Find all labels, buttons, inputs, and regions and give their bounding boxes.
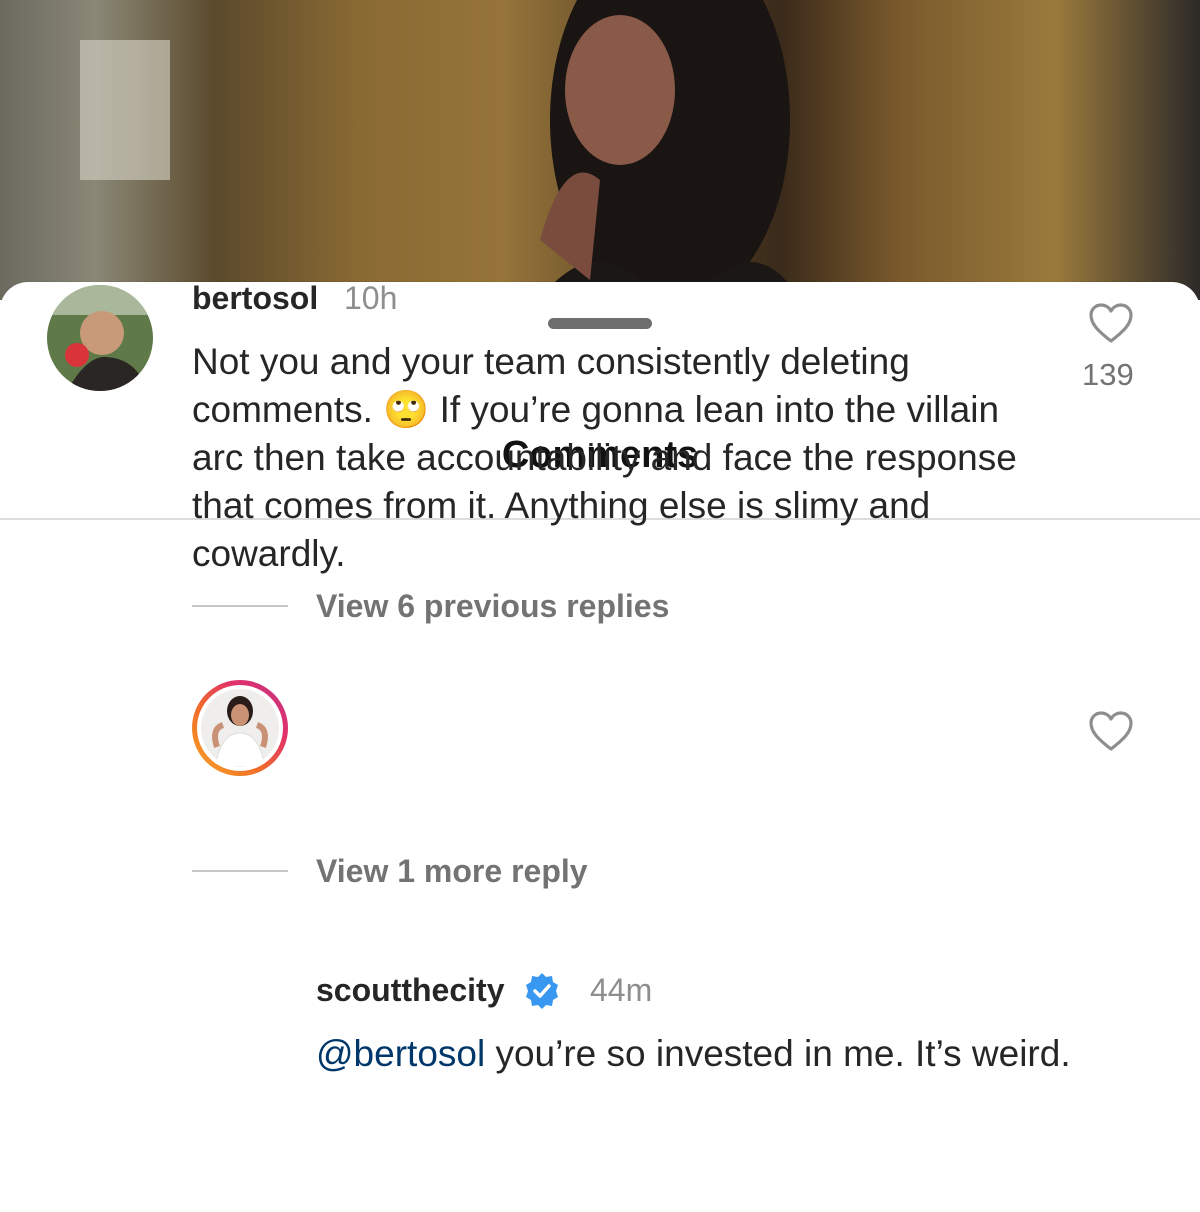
heart-icon[interactable] [1088, 302, 1134, 344]
avatar[interactable] [47, 285, 153, 391]
comment-text: @bertosol you’re so invested in me. It’s… [316, 1030, 1076, 1078]
view-replies-button[interactable]: View 1 more reply [316, 853, 588, 890]
post-photo-figure [537, 0, 800, 300]
replies-line [192, 605, 288, 607]
like-count: 139 [1082, 357, 1134, 392]
comment-username[interactable]: bertosol [192, 280, 318, 317]
comment-text-part: you’re so invested in me. It’s weird. [485, 1033, 1071, 1074]
comment-username[interactable]: scoutthecity [316, 972, 504, 1009]
verified-badge-icon [526, 973, 558, 1009]
rolling-eyes-emoji: 🙄 [383, 389, 430, 430]
comment-text: Not you and your team consistently delet… [192, 338, 1052, 578]
comment-time: 44m [590, 972, 653, 1008]
comment-time: 10h [344, 280, 398, 316]
view-replies-button[interactable]: View 6 previous replies [316, 588, 669, 625]
mention-link[interactable]: @bertosol [316, 1033, 485, 1074]
replies-line [192, 870, 288, 872]
drag-handle[interactable] [548, 318, 652, 329]
avatar[interactable] [192, 680, 288, 776]
post-image-backdrop [0, 0, 1200, 300]
poster-left [80, 40, 170, 180]
comments-sheet: Comments bertosol 10h Not you and your t… [0, 280, 1200, 1212]
avatar-photo [201, 689, 279, 767]
heart-icon[interactable] [1088, 710, 1134, 752]
